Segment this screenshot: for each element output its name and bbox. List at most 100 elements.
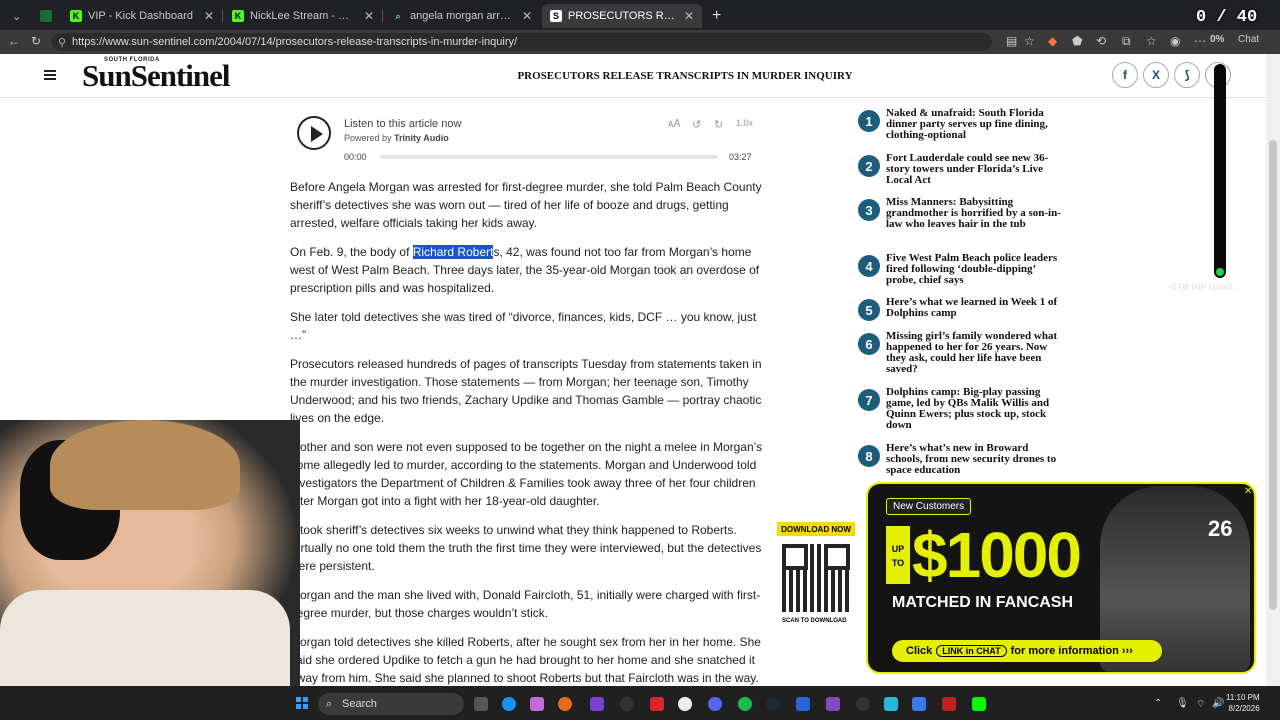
article-paragraph: Morgan told detectives she killed Robert…: [290, 635, 761, 685]
chevron-up-icon[interactable]: ⌃: [1154, 698, 1162, 709]
spotify-icon[interactable]: [738, 697, 752, 711]
streamer-shirt: [0, 590, 290, 686]
site-header: SOUTH FLORIDA SunSentinel PROSECUTORS RE…: [0, 54, 1266, 98]
tab-nicklee-stream[interactable]: K NickLee Stream - Watch Live on Ki ✕: [224, 4, 382, 28]
audio-powered-by: Powered by Trinity Audio: [344, 133, 449, 143]
audio-current-time: 00:00: [344, 152, 367, 162]
extensions-icon[interactable]: ⟲: [1096, 34, 1106, 48]
steam-icon[interactable]: [766, 697, 780, 711]
collections-icon[interactable]: ☆: [1146, 34, 1157, 48]
plus-icon: +: [712, 7, 722, 24]
microphone-icon[interactable]: 🎙: [1176, 698, 1189, 709]
facebook-icon[interactable]: f: [1112, 62, 1138, 88]
page-title: PROSECUTORS RELEASE TRANSCRIPTS IN MURDE…: [517, 70, 853, 82]
itunes-icon[interactable]: [678, 697, 692, 711]
shield-icon[interactable]: ⬟: [1072, 34, 1082, 48]
taskbar: [0, 686, 1280, 720]
article-paragraph: Before Angela Morgan was arrested for fi…: [290, 180, 762, 230]
url-input[interactable]: ⚲ https://www.sun-sentinel.com/2004/07/1…: [52, 33, 992, 51]
audio-progress-bar[interactable]: [380, 155, 718, 159]
kick-icon: K: [70, 10, 82, 22]
kick-icon[interactable]: [972, 697, 986, 711]
close-icon[interactable]: ✕: [522, 9, 532, 23]
article-paragraph: It took sheriff’s detectives six weeks t…: [290, 523, 762, 573]
menu-icon[interactable]: [44, 70, 56, 72]
app-icon[interactable]: [590, 697, 604, 711]
app-icon[interactable]: [884, 697, 898, 711]
tab-kick-dashboard[interactable]: K VIP - Kick Dashboard ✕: [62, 4, 222, 28]
taskbar-search[interactable]: ⌕ Search: [318, 693, 464, 715]
close-icon[interactable]: ✕: [684, 9, 694, 23]
tab-search[interactable]: ⌕ angela morgan arrested 2004\ - S ✕: [384, 4, 540, 28]
goal-counter: 0 / 40: [1196, 8, 1258, 27]
app-icon[interactable]: [826, 697, 840, 711]
task-view-icon[interactable]: [474, 697, 488, 711]
close-icon[interactable]: ✕: [1244, 486, 1252, 497]
app-icon[interactable]: [942, 697, 956, 711]
ad-cta[interactable]: Click LINK in CHAT for more information ››…: [892, 640, 1162, 662]
ad-badge: New Customers: [886, 498, 972, 515]
audio-duration: 03:27: [729, 152, 752, 162]
close-icon[interactable]: ✕: [204, 9, 214, 23]
selected-text: Richard Robert: [412, 245, 494, 259]
streamer-hair: [50, 420, 240, 510]
site-logo[interactable]: SunSentinel: [82, 58, 231, 94]
scan-label: SCAN TO DOWNLOAD: [782, 618, 847, 624]
article-paragraph: Prosecutors released hundreds of pages o…: [290, 357, 762, 425]
goal-label: GTB RIP GOAL: [1170, 282, 1235, 292]
fx-icon[interactable]: [912, 697, 926, 711]
back-icon[interactable]: ←: [8, 34, 20, 48]
bluesky-icon[interactable]: ⟆: [1174, 62, 1200, 88]
volume-icon[interactable]: 🔊: [1212, 698, 1224, 709]
playback-speed[interactable]: 1.0x: [736, 118, 753, 128]
qr-code: [782, 544, 850, 612]
goal-progress-fill: [1216, 268, 1224, 276]
copilot-icon[interactable]: [530, 697, 544, 711]
more-icon[interactable]: ⋯: [1194, 34, 1206, 48]
reader-icon[interactable]: ▤: [1006, 34, 1017, 48]
audio-title: Listen to this article now: [344, 118, 462, 130]
firefox-icon[interactable]: [558, 697, 572, 711]
goal-progress-bar: [1214, 64, 1226, 278]
windows-start-icon[interactable]: [296, 697, 308, 709]
chat-button[interactable]: Chat: [1238, 34, 1259, 45]
split-icon[interactable]: ⧉: [1122, 34, 1131, 49]
chevron-down-icon: ⌄: [12, 10, 22, 23]
article-paragraph: On Feb. 9, the body of Richard Roberts, …: [290, 245, 760, 295]
article-paragraph: She later told detectives she was tired …: [290, 310, 757, 342]
app-icon[interactable]: [650, 697, 664, 711]
edge-icon[interactable]: [502, 697, 516, 711]
new-tab-button[interactable]: +: [704, 4, 726, 28]
play-button[interactable]: [297, 116, 331, 150]
download-now-label[interactable]: DOWNLOAD NOW: [777, 522, 855, 536]
zoom-badge: 0%: [1210, 34, 1225, 45]
translate-icon[interactable]: 🗚: [668, 118, 680, 131]
discord-icon[interactable]: [708, 697, 722, 711]
obs-icon[interactable]: [620, 697, 634, 711]
app-icon[interactable]: [796, 697, 810, 711]
sun-sentinel-icon: S: [550, 10, 562, 22]
article-paragraph: Mother and son were not even supposed to…: [290, 440, 763, 508]
scrollbar-thumb[interactable]: [1269, 140, 1277, 610]
kick-icon: K: [232, 10, 244, 22]
close-icon[interactable]: ✕: [364, 9, 374, 23]
extension-icon[interactable]: ◆: [1048, 34, 1057, 48]
sheet-icon: [40, 10, 52, 22]
site-info-icon: ⚲: [58, 36, 67, 49]
reload-icon[interactable]: ↻: [31, 34, 41, 48]
app-icon[interactable]: [856, 697, 870, 711]
wifi-icon[interactable]: ⌔: [1196, 698, 1205, 711]
tab-sun-sentinel[interactable]: S PROSECUTORS RELEASE TRANSCR ✕: [542, 4, 702, 28]
article-paragraph: Morgan and the man she lived with, Donal…: [290, 588, 761, 620]
x-icon[interactable]: X: [1143, 62, 1169, 88]
forward-icon[interactable]: ↻: [714, 118, 723, 131]
system-clock[interactable]: 11:10 PM 8/2/2026: [1226, 692, 1260, 714]
ad-subtitle: MATCHED IN FANCASH: [892, 594, 1074, 611]
favorite-icon[interactable]: ☆: [1024, 34, 1035, 48]
rewind-icon[interactable]: ↺: [692, 118, 701, 131]
tab-list-button[interactable]: ⌄: [4, 4, 24, 28]
search-icon: ⌕: [395, 10, 401, 21]
tab-pinned[interactable]: [32, 4, 58, 28]
profile-avatar-icon[interactable]: ◉: [1170, 34, 1180, 48]
tab-bar: ⌄ K VIP - Kick Dashboard ✕ K NickLee Str…: [0, 0, 1280, 30]
